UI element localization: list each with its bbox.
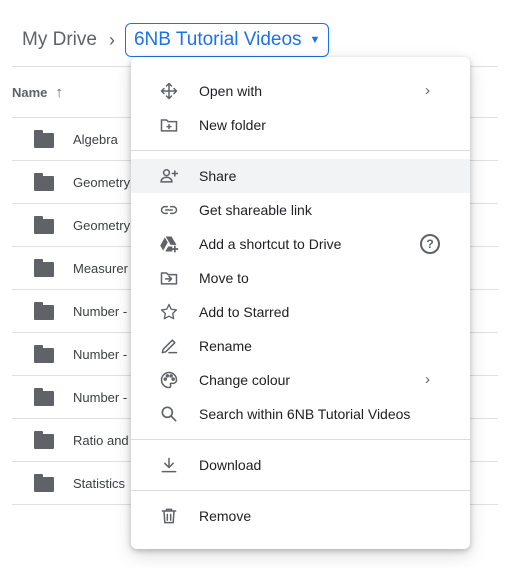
folder-icon [34,172,54,191]
list-item-name: Measurer [73,260,128,276]
folder-icon [34,387,54,406]
open-with-icon [158,80,180,102]
caret-down-icon: ▼ [309,34,321,46]
folder-icon [34,129,54,148]
list-item-name: Number - [73,346,128,362]
star-icon [158,301,180,323]
chevron-right-icon: › [108,29,115,50]
menu-item-label: Share [199,168,237,184]
menu-item-rename[interactable]: Rename [131,329,470,363]
trash-icon [158,505,180,527]
list-item-name: Ratio and [73,432,129,448]
menu-item-label: Add a shortcut to Drive [199,236,342,252]
chevron-right-icon: › [425,371,430,388]
menu-item-label: Move to [199,270,249,286]
menu-item-label: New folder [199,117,266,133]
link-icon [158,199,180,221]
menu-item-get-link[interactable]: Get shareable link [131,193,470,227]
list-item-name: Number - [73,303,128,319]
breadcrumb-current-label: 6NB Tutorial Videos [133,29,302,50]
help-icon[interactable]: ? [420,234,440,254]
folder-icon [34,215,54,234]
menu-item-add-starred[interactable]: Add to Starred [131,295,470,329]
palette-icon [158,369,180,391]
new-folder-icon [158,114,180,136]
sort-by-name-header[interactable]: Name [12,85,47,100]
menu-divider [131,439,470,440]
arrow-up-icon[interactable]: ↑ [55,84,63,101]
search-icon [158,403,180,425]
menu-item-label: Remove [199,508,252,524]
folder-icon [34,301,54,320]
menu-item-label: Change colour [199,372,291,388]
drive-shortcut-icon [158,233,180,255]
list-item-name: Geometry [73,217,131,233]
pencil-icon [158,335,180,357]
breadcrumb: My Drive › 6NB Tutorial Videos ▼ [22,22,330,58]
download-icon [158,454,180,476]
chevron-right-icon: › [425,82,430,99]
menu-item-label: Open with [199,83,263,99]
context-menu: Open with › New folder Share Get shareab… [131,57,470,549]
breadcrumb-current-folder-button[interactable]: 6NB Tutorial Videos ▼ [124,23,330,57]
menu-item-label: Get shareable link [199,202,312,218]
person-add-icon [158,165,180,187]
menu-item-search-within[interactable]: Search within 6NB Tutorial Videos [131,397,470,431]
menu-item-label: Add to Starred [199,304,290,320]
menu-item-label: Rename [199,338,252,354]
menu-divider [131,490,470,491]
menu-item-move-to[interactable]: Move to [131,261,470,295]
menu-item-add-shortcut[interactable]: Add a shortcut to Drive ? [131,227,470,261]
list-item-name: Statistics [73,475,126,491]
menu-item-share[interactable]: Share [131,159,470,193]
folder-icon [34,344,54,363]
menu-item-change-colour[interactable]: Change colour › [131,363,470,397]
menu-item-new-folder[interactable]: New folder [131,108,470,142]
menu-item-label: Download [199,457,262,473]
move-to-icon [158,267,180,289]
menu-item-remove[interactable]: Remove [131,499,470,533]
menu-item-label: Search within 6NB Tutorial Videos [199,406,411,422]
list-item-name: Number - [73,389,128,405]
folder-icon [34,258,54,277]
menu-item-open-with[interactable]: Open with › [131,74,470,108]
folder-icon [34,430,54,449]
menu-divider [131,150,470,151]
menu-item-download[interactable]: Download [131,448,470,482]
list-item-name: Algebra [73,131,118,147]
list-item-name: Geometry [73,174,131,190]
folder-icon [34,473,54,492]
breadcrumb-my-drive[interactable]: My Drive [22,29,97,51]
